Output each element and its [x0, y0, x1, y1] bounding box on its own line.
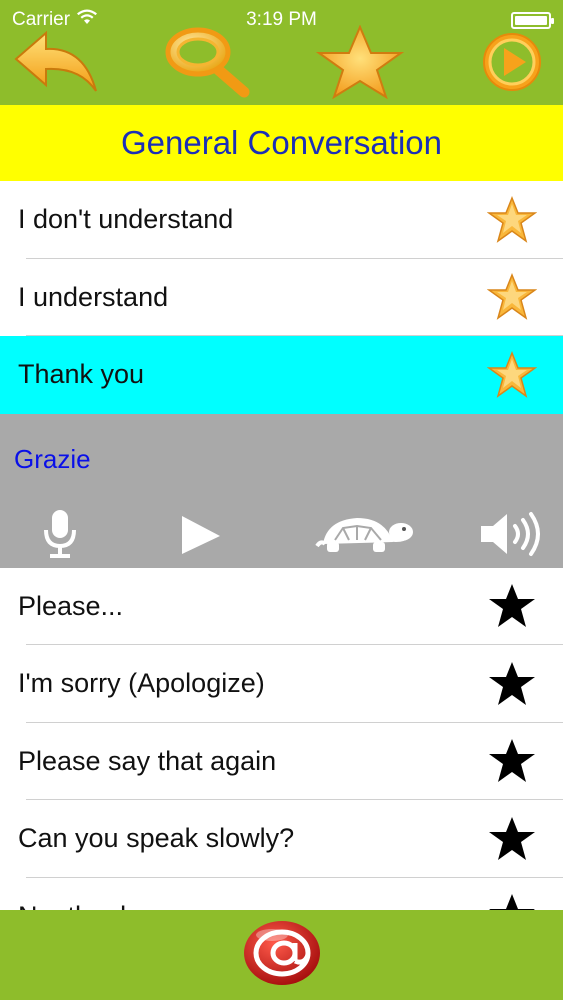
microphone-icon [40, 508, 80, 565]
speaker-icon [479, 510, 543, 563]
back-button[interactable] [8, 24, 104, 104]
unfavorite-star-icon[interactable] [487, 815, 537, 863]
phrase-label: Please say that again [18, 745, 277, 776]
record-button[interactable] [30, 510, 90, 564]
play-icon [480, 30, 544, 99]
phrase-label: Thank you [18, 359, 145, 390]
phrase-label: I don't understand [18, 204, 234, 235]
phrase-label: I'm sorry (Apologize) [18, 668, 265, 699]
top-toolbar: Carrier 3:19 PM [0, 0, 563, 105]
phrase-label: Please... [18, 590, 124, 621]
toolbar [0, 23, 563, 104]
favorite-star-icon[interactable] [487, 350, 537, 399]
slow-play-button[interactable] [310, 510, 420, 564]
unfavorite-star-icon[interactable] [487, 660, 537, 708]
phrase-list[interactable]: I don't understand I understand Thank you … [0, 181, 563, 910]
email-at-icon [240, 920, 324, 993]
phrase-row[interactable]: I'm sorry (Apologize) [0, 645, 563, 723]
phrase-row[interactable]: I don't understand [0, 181, 563, 259]
phrase-row[interactable]: No, thank you [0, 878, 563, 910]
volume-button[interactable] [474, 510, 548, 564]
favorites-button[interactable] [312, 23, 408, 104]
search-icon [162, 24, 254, 105]
audio-player-panel: Grazie [0, 413, 563, 568]
back-arrow-icon [10, 25, 102, 104]
phrase-row[interactable]: I understand [0, 259, 563, 337]
translation-text: Grazie [14, 443, 91, 474]
phrase-label: No, thank you [18, 901, 185, 910]
player-controls [0, 510, 563, 564]
phrase-row[interactable]: Thank you [0, 336, 563, 414]
favorites-star-icon [315, 23, 405, 104]
phrase-row[interactable]: Please say that again [0, 723, 563, 801]
phrase-row[interactable]: Please... [0, 568, 563, 646]
play-all-button[interactable] [472, 24, 552, 104]
unfavorite-star-icon[interactable] [487, 892, 537, 910]
phrase-label: I understand [18, 281, 169, 312]
favorite-star-icon[interactable] [487, 195, 537, 244]
unfavorite-star-icon[interactable] [487, 737, 537, 785]
favorite-star-icon[interactable] [487, 273, 537, 321]
unfavorite-star-icon[interactable] [487, 582, 537, 630]
turtle-slow-icon [313, 510, 417, 563]
phrase-row[interactable]: Can you speak slowly? [0, 800, 563, 878]
bottom-toolbar [0, 910, 563, 1000]
play-translation-button[interactable] [170, 510, 230, 564]
search-button[interactable] [160, 24, 256, 104]
play-icon [178, 512, 222, 561]
phrase-label: Can you speak slowly? [18, 823, 295, 854]
page-title: General Conversation [0, 105, 563, 181]
contact-button[interactable] [240, 917, 324, 994]
